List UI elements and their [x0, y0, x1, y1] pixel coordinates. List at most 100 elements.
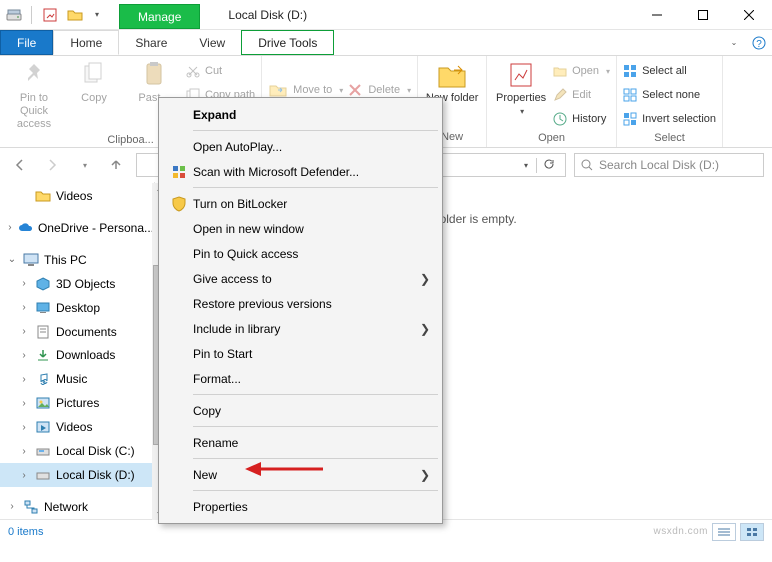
- qa-newfolder-icon[interactable]: [65, 6, 85, 24]
- group-label-new: New: [441, 129, 463, 143]
- cut-button[interactable]: Cut: [186, 60, 255, 82]
- edit-button[interactable]: Edit: [553, 84, 610, 106]
- close-button[interactable]: [726, 0, 772, 30]
- ctx-open-autoplay[interactable]: Open AutoPlay...: [161, 134, 440, 159]
- group-label-open: Open: [538, 130, 565, 144]
- tab-share[interactable]: Share: [119, 30, 183, 55]
- back-button[interactable]: [8, 153, 32, 177]
- ctx-open-new-window[interactable]: Open in new window: [161, 216, 440, 241]
- svg-text:?: ?: [756, 39, 762, 50]
- up-button[interactable]: [104, 153, 128, 177]
- sidebar-item-onedrive[interactable]: › OneDrive - Persona...: [0, 216, 154, 240]
- contextual-tab-header: Manage: [119, 0, 200, 29]
- select-all-button[interactable]: Select all: [623, 60, 716, 82]
- copy-button[interactable]: Copy: [66, 60, 122, 105]
- ctx-bitlocker[interactable]: Turn on BitLocker: [161, 191, 440, 216]
- group-open: Properties▾ Open▾ Edit History Open: [487, 56, 617, 147]
- delete-icon: [347, 82, 363, 98]
- select-all-icon: [623, 64, 637, 78]
- ctx-pin-quick-access[interactable]: Pin to Quick access: [161, 241, 440, 266]
- ctx-scan-defender[interactable]: Scan with Microsoft Defender...: [161, 159, 440, 184]
- invert-selection-icon: [623, 112, 637, 126]
- ctx-copy[interactable]: Copy: [161, 398, 440, 423]
- open-icon: [553, 64, 567, 78]
- music-icon: [34, 372, 52, 386]
- ctx-rename[interactable]: Rename: [161, 430, 440, 455]
- invert-selection-button[interactable]: Invert selection: [623, 108, 716, 130]
- drive-icon: [34, 469, 52, 481]
- ctx-expand[interactable]: Expand: [161, 102, 440, 127]
- defender-icon: [165, 164, 193, 180]
- minimize-button[interactable]: [634, 0, 680, 30]
- sidebar-item-videos2[interactable]: › Videos: [0, 415, 154, 439]
- sidebar-item-videos-qa[interactable]: Videos: [0, 184, 154, 208]
- videos-icon: [34, 421, 52, 433]
- window-title: Local Disk (D:): [200, 0, 307, 29]
- ctx-new[interactable]: New❯: [161, 462, 440, 487]
- edit-icon: [553, 88, 567, 102]
- downloads-icon: [34, 348, 52, 362]
- tab-view[interactable]: View: [183, 30, 241, 55]
- ctx-restore-previous[interactable]: Restore previous versions: [161, 291, 440, 316]
- quick-access-toolbar: ▾: [0, 0, 107, 29]
- drive-icon: [6, 7, 22, 23]
- breadcrumb-dropdown-icon[interactable]: ▾: [524, 161, 528, 170]
- sidebar-item-network[interactable]: › Network: [0, 495, 154, 519]
- ctx-give-access-to[interactable]: Give access to❯: [161, 266, 440, 291]
- search-icon: [581, 159, 593, 171]
- ctx-format[interactable]: Format...: [161, 366, 440, 391]
- maximize-button[interactable]: [680, 0, 726, 30]
- ribbon-collapse-icon[interactable]: ⌄: [720, 30, 746, 55]
- ctx-pin-start[interactable]: Pin to Start: [161, 341, 440, 366]
- properties-button[interactable]: Properties▾: [493, 60, 549, 116]
- tab-file[interactable]: File: [0, 30, 53, 55]
- pc-icon: [22, 253, 40, 267]
- refresh-icon[interactable]: [536, 158, 561, 173]
- sidebar-item-music[interactable]: › Music: [0, 367, 154, 391]
- sidebar-item-downloads[interactable]: › Downloads: [0, 343, 154, 367]
- drive-icon: [34, 445, 52, 457]
- history-button[interactable]: History: [553, 108, 610, 130]
- open-button[interactable]: Open▾: [553, 60, 610, 82]
- sidebar-item-local-disk-d[interactable]: › Local Disk (D:): [0, 463, 154, 487]
- ribbon-tab-row: File Home Share View Drive Tools ⌄ ?: [0, 30, 772, 56]
- ctx-include-library[interactable]: Include in library❯: [161, 316, 440, 341]
- network-icon: [22, 500, 40, 514]
- search-placeholder: Search Local Disk (D:): [599, 158, 719, 172]
- sidebar-item-local-disk-c[interactable]: › Local Disk (C:): [0, 439, 154, 463]
- select-none-button[interactable]: Select none: [623, 84, 716, 106]
- manage-tab-header: Manage: [119, 4, 200, 29]
- 3d-icon: [34, 277, 52, 291]
- search-box[interactable]: Search Local Disk (D:): [574, 153, 764, 177]
- pin-to-quick-access-button[interactable]: Pin to Quick access: [6, 60, 62, 132]
- tab-home[interactable]: Home: [53, 30, 119, 55]
- help-icon[interactable]: ?: [746, 30, 772, 55]
- status-item-count: 0 items: [8, 526, 43, 538]
- view-details-icon[interactable]: [712, 523, 736, 541]
- sidebar-item-this-pc[interactable]: ⌄ This PC: [0, 248, 154, 272]
- history-icon: [553, 112, 567, 126]
- tab-drive-tools[interactable]: Drive Tools: [241, 30, 334, 55]
- sidebar-item-3d-objects[interactable]: › 3D Objects: [0, 272, 154, 296]
- select-none-icon: [623, 88, 637, 102]
- watermark: wsxdn.com: [653, 526, 708, 537]
- qa-customize-icon[interactable]: ▾: [91, 8, 101, 21]
- sidebar-item-desktop[interactable]: › Desktop: [0, 296, 154, 320]
- group-label-clipboard: Clipboa...: [107, 132, 153, 146]
- sidebar-item-documents[interactable]: › Documents: [0, 320, 154, 344]
- recent-locations-button[interactable]: ▾: [72, 153, 96, 177]
- window-controls: [634, 0, 772, 29]
- desktop-icon: [34, 302, 52, 314]
- qa-properties-icon[interactable]: [41, 6, 59, 24]
- cloud-icon: [18, 222, 34, 234]
- context-menu: Expand Open AutoPlay... Scan with Micros…: [158, 97, 443, 524]
- pictures-icon: [34, 397, 52, 409]
- view-large-icons-icon[interactable]: [740, 523, 764, 541]
- separator: [31, 6, 32, 24]
- group-select: Select all Select none Invert selection …: [617, 56, 723, 147]
- sidebar-item-pictures[interactable]: › Pictures: [0, 391, 154, 415]
- forward-button[interactable]: [40, 153, 64, 177]
- scissors-icon: [186, 64, 200, 78]
- shield-icon: [165, 196, 193, 212]
- ctx-properties[interactable]: Properties: [161, 494, 440, 519]
